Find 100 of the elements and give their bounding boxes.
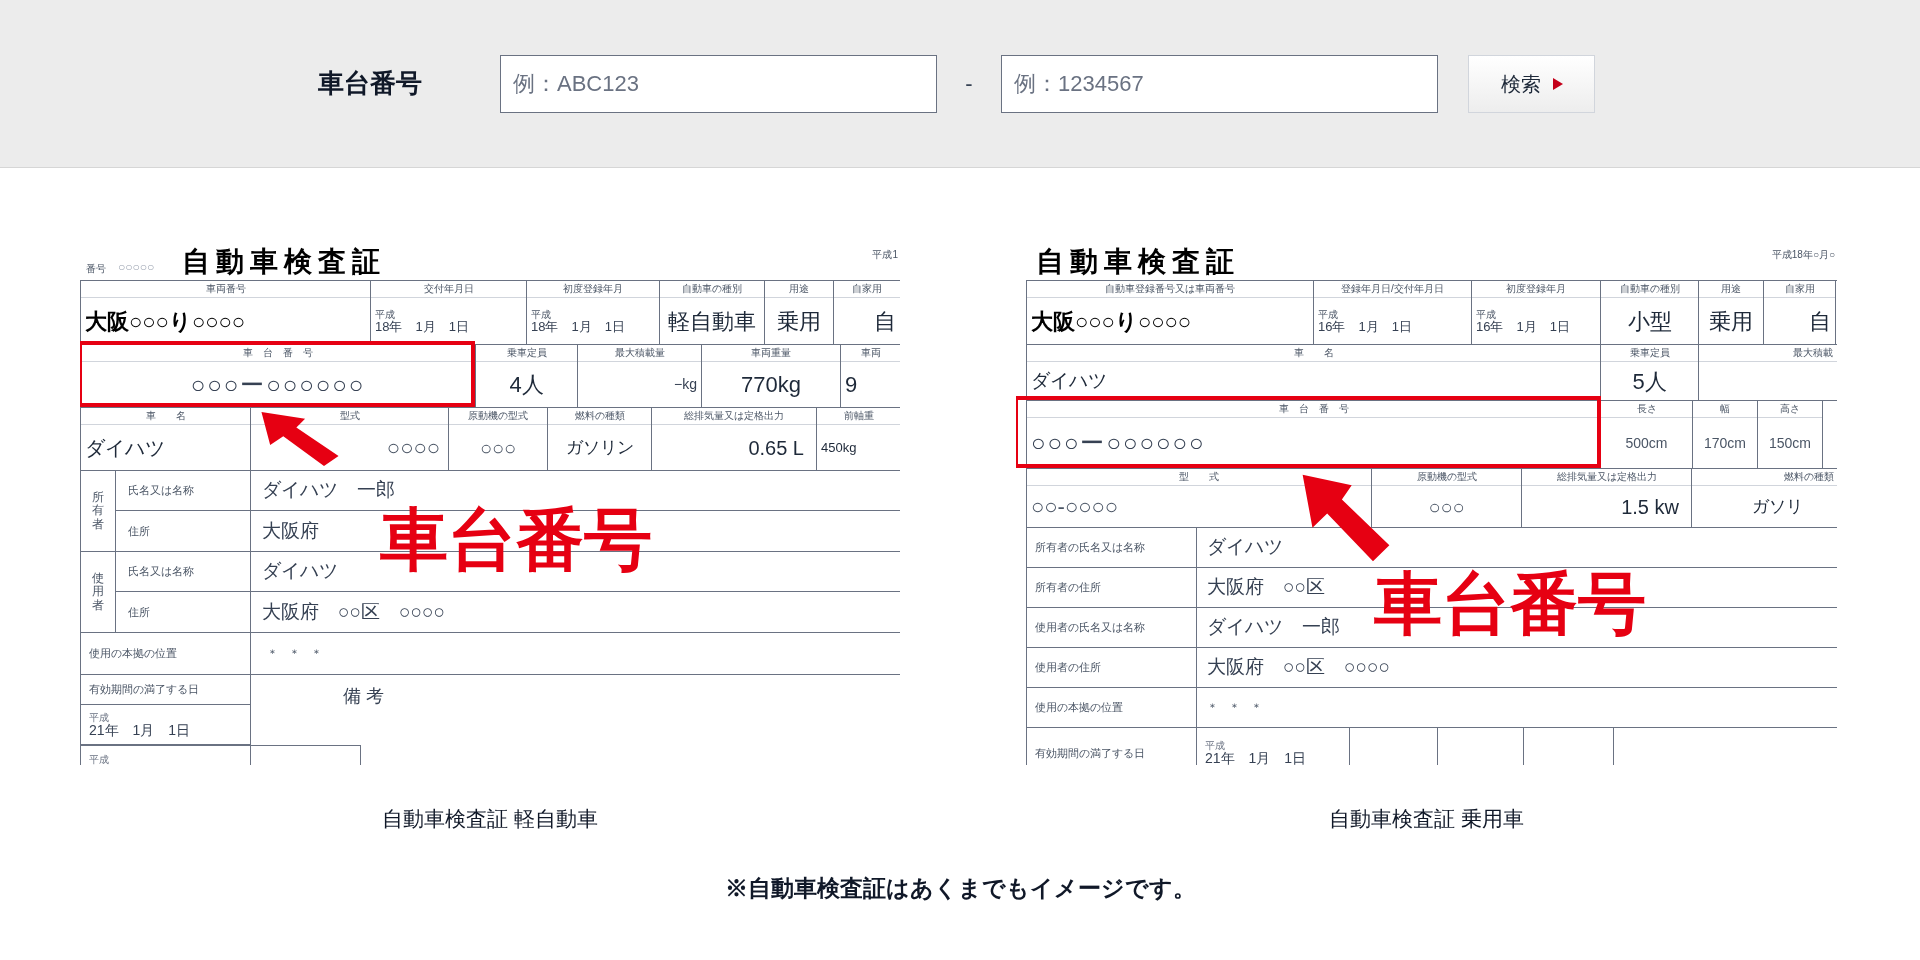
field-label: 使用の本拠の位置 [89,646,177,662]
field-value: 自 [1809,307,1831,336]
field-value: 大阪○○○り○○○○ [1031,307,1192,336]
field-value: 大阪○○○り○○○○ [85,307,246,336]
group-label: 所有者 [92,491,104,531]
field-value: 500cm [1625,433,1668,453]
field-value: 大阪府 ○○区 [1207,575,1325,600]
field-value: ○○-○○○○ [1031,493,1119,521]
arrow-icon [260,411,340,467]
field-label: 原動機の型式 [1372,469,1521,486]
arrow-icon [1301,473,1391,563]
field-value: 1.5 kw [1621,494,1679,520]
field-value: 16年 1月 1日 [1476,319,1570,333]
field-value: 平成 [1205,741,1226,751]
field-label: 氏名又は名称 [128,564,194,580]
field-value: 大阪府 ○○区 ○○○○ [262,599,445,624]
field-label: 自家用 [1764,281,1835,298]
field-label: 初度登録年月 [1472,281,1600,298]
document-title: 自動車検査証 [182,248,387,276]
field-label: 乗車定員 [1601,345,1698,362]
field-label: 最大積載 [1699,345,1837,362]
field-label: 車 台 番 号 [81,345,475,362]
field-label: 前軸重 [817,408,900,425]
field-value: 9 [845,371,858,399]
field-label: 高さ [1758,401,1822,418]
field-label: 用途 [765,281,833,298]
field-value: 5人 [1632,367,1667,396]
image-caption: 自動車検査証 軽自動車 [382,806,598,832]
disclaimer-note: ※自動車検査証はあくまでもイメージです。 [724,873,1196,903]
field-label: 燃料の種類 [548,408,651,425]
field-value: 乗用 [1709,307,1753,336]
field-value: 平成 [1318,309,1339,320]
field-label: 初度登録年月 [527,281,659,298]
field-label: 車両重量 [702,345,840,362]
field-label: 用途 [1699,281,1763,298]
field-value: 乗用 [777,307,821,336]
field-value: 自 [874,307,896,336]
field-value: ダイハツ [1207,535,1283,560]
field-label: 車両番号 [81,281,370,298]
field-value: 770kg [741,371,801,399]
field-value: ダイハツ [1031,368,1107,393]
field-label: 氏名又は名称 [128,483,194,499]
field-value: 平成 [89,754,109,765]
group-label: 使用者 [92,572,104,612]
field-label: 使用者の住所 [1035,660,1101,676]
field-label: 登録年月日/交付年月日 [1314,281,1471,298]
search-label: 車台番号 [318,67,423,100]
field-value: 0.65 L [748,435,804,461]
issue-date: 平成18年○月○ [1771,248,1835,262]
field-label: 原動機の型式 [449,408,547,425]
number-label: 番号 [86,262,106,276]
field-label: 有効期間の満了する日 [1035,745,1145,761]
field-value: 平成 [375,309,396,320]
field-value: 4人 [509,371,544,399]
field-value: 軽自動車 [668,307,756,336]
field-value: 平成 [89,712,110,723]
field-value: 150cm [1769,433,1811,453]
field-label: 乗車定員 [476,345,577,362]
field-label: 総排気量又は定格出力 [652,408,816,425]
field-label: 有効期間の満了する日 [89,682,199,698]
field-value: ダイハツ 一郎 [262,478,395,503]
field-value: 450kg [821,438,857,457]
field-value: ○○○ [1428,494,1465,520]
field-label: 自動車の種別 [1601,281,1698,298]
field-label: 総排気量又は定格出力 [1522,469,1691,486]
number-input-field[interactable]: 例：1234567 [1001,54,1438,113]
separator-text: - [964,70,974,98]
field-label: 所有者の氏名又は名称 [1035,540,1145,556]
field-value: 21年 1月 1日 [89,722,192,737]
field-value: 16年 1月 1日 [1318,319,1412,333]
search-button[interactable]: 検索 [1468,54,1595,113]
field-label: 長さ [1601,401,1692,418]
field-label: 使用の本拠の位置 [1035,700,1123,716]
field-value: ○○○ー○○○○○○ [190,369,366,400]
issue-date: 平成1 [872,248,898,262]
field-value: ＊ ＊ ＊ [1207,700,1262,716]
remarks-label: 備 考 [343,686,384,706]
field-value: 21年 1月 1日 [1205,751,1308,765]
field-label: 使用者の氏名又は名称 [1035,620,1145,636]
field-label: 住所 [128,604,150,620]
field-label: 交付年月日 [371,281,526,298]
field-label: 車 名 [81,408,250,425]
field-value: ガソリン [565,436,634,459]
field-label: 最大積載量 [578,345,701,362]
field-label: 所有者の住所 [1035,580,1101,596]
field-value: ダイハツ 一郎 [1207,615,1340,640]
image-caption: 自動車検査証 乗用車 [1329,806,1524,832]
field-label: 車両 [841,345,900,362]
field-label: 自動車登録番号又は車両番号 [1027,281,1313,298]
number-value: ○○○○○ [118,259,155,276]
field-value: 18年 1月 1日 [375,319,469,333]
field-label: 車 台 番 号 [1027,401,1600,418]
play-icon [1552,77,1563,90]
field-value: ダイハツ [85,435,165,461]
field-value: 平成 [1476,309,1497,320]
field-label: 住所 [128,523,150,539]
prefix-input-field[interactable]: 例：ABC123 [500,54,937,113]
field-value: ＊ ＊ ＊ [267,646,322,662]
field-label: 自家用 [834,281,900,298]
field-value: 170cm [1704,433,1746,453]
